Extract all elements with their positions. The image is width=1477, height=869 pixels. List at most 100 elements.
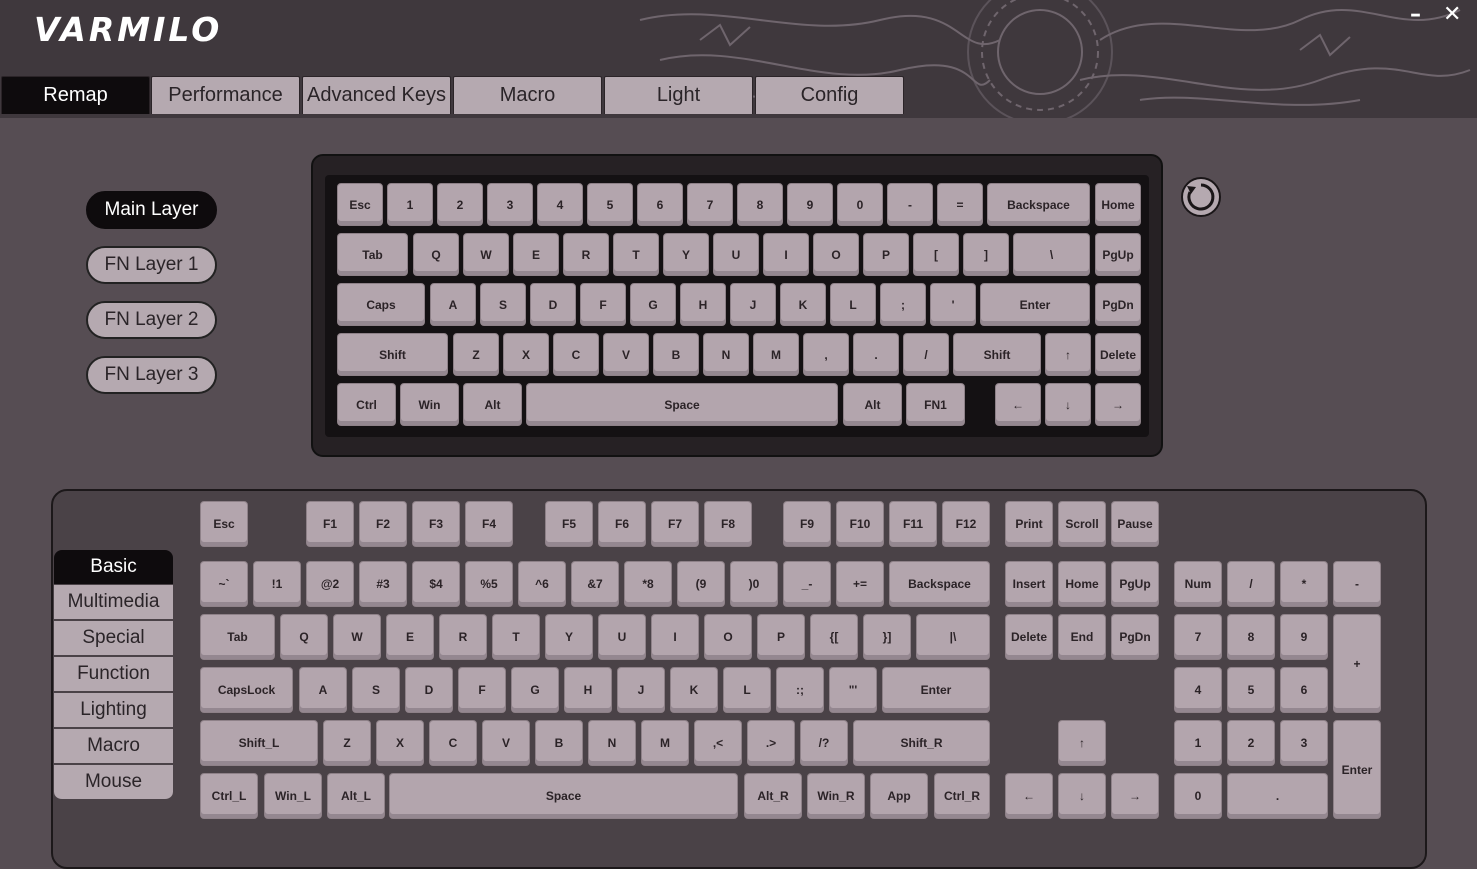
key-semicolon[interactable]: ; — [880, 283, 926, 326]
key-left[interactable]: ← — [995, 383, 1041, 426]
picker-key-shift-right[interactable]: Shift_R — [853, 720, 990, 766]
key-delete[interactable]: Delete — [1095, 333, 1141, 376]
picker-key-f12[interactable]: F12 — [942, 501, 990, 547]
key-7[interactable]: 7 — [687, 183, 733, 226]
key-v[interactable]: V — [603, 333, 649, 376]
reset-icon[interactable] — [1180, 176, 1222, 218]
tab-remap[interactable]: Remap — [1, 76, 150, 114]
key-9[interactable]: 9 — [787, 183, 833, 226]
key-q[interactable]: Q — [413, 233, 459, 276]
picker-key-q[interactable]: Q — [280, 614, 328, 660]
key-quote[interactable]: ' — [930, 283, 976, 326]
picker-key-r[interactable]: R — [439, 614, 487, 660]
picker-key-backslash[interactable]: |\ — [916, 614, 990, 660]
key-alt-left[interactable]: Alt — [463, 383, 522, 426]
category-lighting[interactable]: Lighting — [54, 693, 173, 728]
picker-key-f5[interactable]: F5 — [545, 501, 593, 547]
key-slash[interactable]: / — [903, 333, 949, 376]
picker-key-quote[interactable]: "' — [829, 667, 877, 713]
picker-key-4[interactable]: $4 — [412, 561, 460, 607]
key-u[interactable]: U — [713, 233, 759, 276]
key-o[interactable]: O — [813, 233, 859, 276]
picker-key-left[interactable]: ← — [1005, 773, 1053, 819]
picker-key-0[interactable]: )0 — [730, 561, 778, 607]
key-l[interactable]: L — [830, 283, 876, 326]
tab-config[interactable]: Config — [755, 76, 904, 114]
picker-key-f3[interactable]: F3 — [412, 501, 460, 547]
key-1[interactable]: 1 — [387, 183, 433, 226]
key-z[interactable]: Z — [453, 333, 499, 376]
key-t[interactable]: T — [613, 233, 659, 276]
minimize-icon[interactable]: – — [1410, 2, 1421, 27]
key-h[interactable]: H — [680, 283, 726, 326]
key-caps[interactable]: Caps — [337, 283, 425, 326]
picker-key-comma[interactable]: ,< — [694, 720, 742, 766]
picker-key-g[interactable]: G — [511, 667, 559, 713]
picker-key-b[interactable]: B — [535, 720, 583, 766]
picker-key-pause[interactable]: Pause — [1111, 501, 1159, 547]
picker-key-n[interactable]: N — [588, 720, 636, 766]
category-basic[interactable]: Basic — [54, 550, 173, 585]
key-down[interactable]: ↓ — [1045, 383, 1091, 426]
key-period[interactable]: . — [853, 333, 899, 376]
picker-key-f10[interactable]: F10 — [836, 501, 884, 547]
picker-key-end[interactable]: End — [1058, 614, 1106, 660]
picker-key-num-5[interactable]: 5 — [1227, 667, 1275, 713]
key-p[interactable]: P — [863, 233, 909, 276]
picker-key-j[interactable]: J — [617, 667, 665, 713]
picker-key-delete[interactable]: Delete — [1005, 614, 1053, 660]
category-special[interactable]: Special — [54, 621, 173, 656]
picker-key-v[interactable]: V — [482, 720, 530, 766]
picker-key-num-minus[interactable]: - — [1333, 561, 1381, 607]
key-k[interactable]: K — [780, 283, 826, 326]
key-w[interactable]: W — [463, 233, 509, 276]
picker-key-num-8[interactable]: 8 — [1227, 614, 1275, 660]
picker-key-s[interactable]: S — [352, 667, 400, 713]
key-rbracket[interactable]: ] — [963, 233, 1009, 276]
picker-key-print[interactable]: Print — [1005, 501, 1053, 547]
picker-key-pgup[interactable]: PgUp — [1111, 561, 1159, 607]
picker-key-ctrl-right[interactable]: Ctrl_R — [934, 773, 990, 819]
picker-key-num-6[interactable]: 6 — [1280, 667, 1328, 713]
key-win[interactable]: Win — [400, 383, 459, 426]
picker-key-f6[interactable]: F6 — [598, 501, 646, 547]
picker-key-y[interactable]: Y — [545, 614, 593, 660]
picker-key-scroll[interactable]: Scroll — [1058, 501, 1106, 547]
picker-key-w[interactable]: W — [333, 614, 381, 660]
picker-key-a[interactable]: A — [299, 667, 347, 713]
picker-key-f2[interactable]: F2 — [359, 501, 407, 547]
picker-key-c[interactable]: C — [429, 720, 477, 766]
picker-key-z[interactable]: Z — [323, 720, 371, 766]
picker-key-down[interactable]: ↓ — [1058, 773, 1106, 819]
key-d[interactable]: D — [530, 283, 576, 326]
picker-key-numlock[interactable]: Num — [1174, 561, 1222, 607]
picker-key-o[interactable]: O — [704, 614, 752, 660]
picker-key-num-3[interactable]: 3 — [1280, 720, 1328, 766]
picker-key-6[interactable]: ^6 — [518, 561, 566, 607]
picker-key-num-0[interactable]: 0 — [1174, 773, 1222, 819]
key-x[interactable]: X — [503, 333, 549, 376]
picker-key-m[interactable]: M — [641, 720, 689, 766]
key-alt-right[interactable]: Alt — [843, 383, 902, 426]
key-b[interactable]: B — [653, 333, 699, 376]
picker-key-f9[interactable]: F9 — [783, 501, 831, 547]
picker-key-num-9[interactable]: 9 — [1280, 614, 1328, 660]
picker-key-enter[interactable]: Enter — [882, 667, 990, 713]
key-backspace[interactable]: Backspace — [987, 183, 1090, 226]
picker-key-up[interactable]: ↑ — [1058, 720, 1106, 766]
picker-key-equal[interactable]: += — [836, 561, 884, 607]
picker-key-semicolon[interactable]: :; — [776, 667, 824, 713]
category-mouse[interactable]: Mouse — [54, 765, 173, 800]
picker-key-l[interactable]: L — [723, 667, 771, 713]
key-2[interactable]: 2 — [437, 183, 483, 226]
key-r[interactable]: R — [563, 233, 609, 276]
picker-key-num-plus[interactable]: + — [1333, 614, 1381, 713]
key-home[interactable]: Home — [1095, 183, 1141, 226]
picker-key-f[interactable]: F — [458, 667, 506, 713]
key-j[interactable]: J — [730, 283, 776, 326]
picker-key-tilde[interactable]: ~` — [200, 561, 248, 607]
picker-key-p[interactable]: P — [757, 614, 805, 660]
key-a[interactable]: A — [430, 283, 476, 326]
tab-light[interactable]: Light — [604, 76, 753, 114]
picker-key-h[interactable]: H — [564, 667, 612, 713]
